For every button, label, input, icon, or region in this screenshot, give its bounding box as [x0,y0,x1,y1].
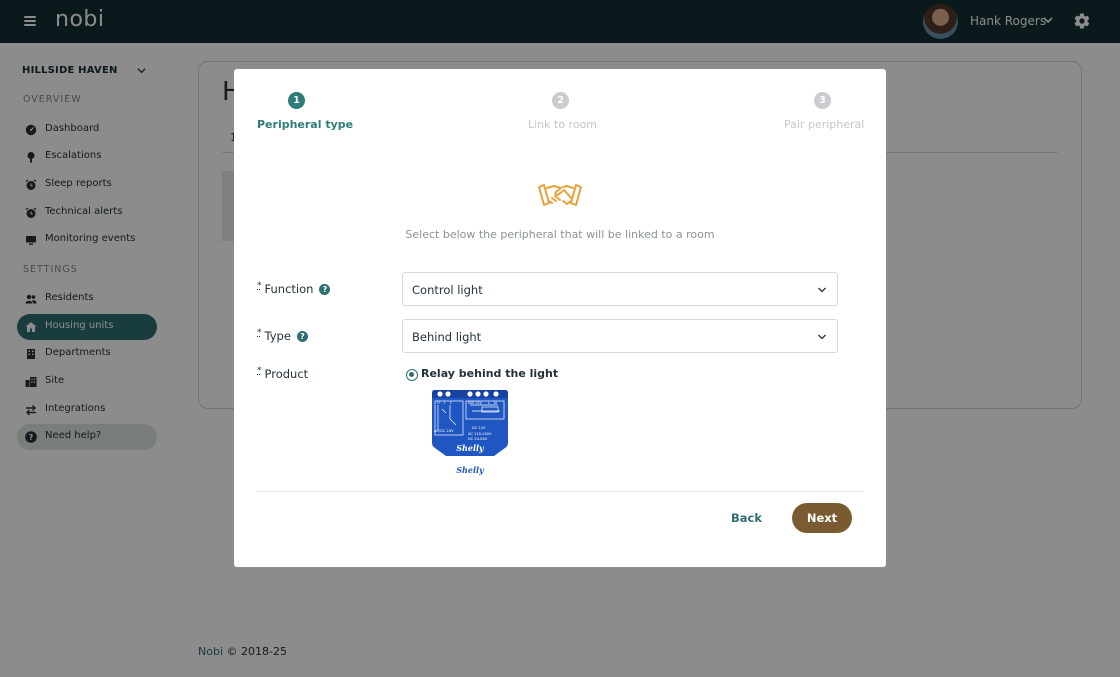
svg-text:DC 12V: DC 12V [472,426,486,430]
add-peripheral-modal: 1 Peripheral type 2 Link to room 3 Pair … [234,69,886,567]
svg-text:N: N [494,401,497,405]
product-radio[interactable] [406,369,418,381]
chevron-down-icon [818,334,826,340]
required-marker: * [257,281,262,291]
back-button[interactable]: Back [724,504,769,532]
shelly-logo: Shelly [456,465,485,475]
function-label-text: Function [264,281,314,296]
type-select[interactable]: Behind light [402,319,838,353]
svg-text:AC 110-240V: AC 110-240V [468,432,492,436]
svg-text:O: O [437,401,440,405]
svg-text:L: L [488,401,490,405]
help-icon[interactable]: ? [296,330,308,342]
modal-divider [256,491,864,492]
svg-text:L: L [450,401,452,405]
step-number: 3 [814,92,831,109]
step-label: Link to room [528,118,598,131]
type-value: Behind light [412,330,482,344]
svg-text:I: I [444,401,445,405]
help-icon[interactable]: ? [319,283,331,295]
product-option-label[interactable]: Relay behind the light [421,367,558,380]
device-brand-mark: Shelly [456,443,485,453]
product-label-text: Product [264,366,309,381]
function-label: * Function? [257,281,331,296]
step-number: 1 [288,92,305,109]
handshake-icon [538,184,582,206]
function-value: Control light [412,283,483,297]
function-select[interactable]: Control light [402,272,838,306]
step-label: Peripheral type [257,118,354,131]
chevron-down-icon [818,287,826,293]
required-marker: * [257,366,262,376]
svg-text:AC/DC 24V: AC/DC 24V [434,429,454,433]
step-label: Pair peripheral [784,118,865,131]
svg-text:DC 24-60V: DC 24-60V [468,437,488,441]
next-button[interactable]: Next [792,503,852,533]
required-marker: * [257,328,262,338]
step-number: 2 [552,92,569,109]
type-label-text: Type [264,328,291,343]
product-label: * Product [257,366,308,381]
svg-text:SW 12V: SW 12V [468,401,483,405]
type-label: * Type? [257,328,308,343]
relay-device-image[interactable]: OIL SW 12V L N AC/DC 24V DC 12VAC 110-240V… [428,389,512,479]
step-description: Select below the peripheral that will be… [405,228,715,241]
